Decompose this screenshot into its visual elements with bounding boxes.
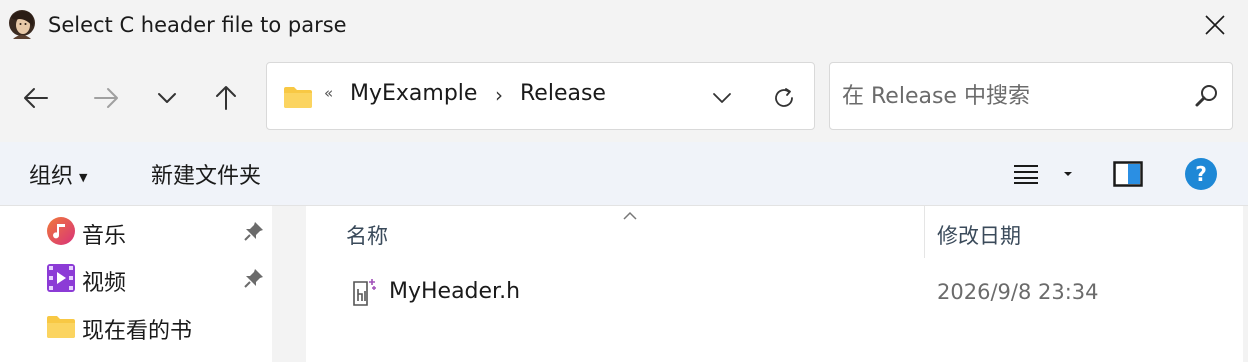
portrait-avatar-icon [7, 9, 37, 41]
c-header-file-icon [352, 278, 378, 308]
refresh-icon [775, 88, 793, 107]
sidebar-item-videos[interactable]: 视频 [0, 257, 272, 301]
preview-pane-button[interactable] [1110, 156, 1146, 192]
address-dropdown-button[interactable] [707, 83, 737, 113]
folder-icon [46, 311, 76, 341]
sidebar-item-label: 视频 [82, 271, 127, 296]
help-label: ? [1195, 162, 1207, 186]
sidebar-item-current-books[interactable]: 现在看的书 [0, 305, 272, 349]
back-button[interactable] [16, 78, 56, 118]
breadcrumb-myexample[interactable]: MyExample [350, 81, 477, 106]
sidebar-item-label: 现在看的书 [82, 319, 193, 344]
view-options-button[interactable] [1012, 156, 1082, 192]
up-button[interactable] [206, 78, 246, 118]
overflow-marker[interactable]: « [324, 84, 333, 102]
navigation-pane: 音乐 视频 现在看的书 [0, 206, 272, 362]
preview-pane-icon [1113, 161, 1143, 187]
music-icon [46, 216, 76, 246]
sidebar-item-music[interactable]: 音乐 [0, 210, 272, 254]
search-icon[interactable] [1194, 83, 1220, 113]
search-box[interactable] [829, 62, 1233, 130]
organize-label: 组织 [29, 164, 74, 189]
close-icon [1205, 15, 1225, 35]
column-header-name[interactable]: 名称 [346, 220, 388, 250]
recent-locations-button[interactable] [147, 78, 187, 118]
breadcrumb-release[interactable]: Release [520, 81, 606, 106]
folder-icon [283, 85, 313, 113]
command-bar: 组织 ▼ 新建文件夹 ? [0, 142, 1248, 206]
video-icon [46, 263, 76, 293]
new-folder-button[interactable]: 新建文件夹 [151, 158, 261, 190]
file-list-scrollbar[interactable] [1243, 206, 1248, 362]
sort-ascending-icon [622, 206, 638, 220]
file-open-dialog: Select C header file to parse « MyExampl… [0, 0, 1248, 362]
help-icon: ? [1185, 158, 1217, 190]
search-input[interactable] [840, 77, 1184, 115]
caret-down-icon [1064, 172, 1072, 176]
column-divider[interactable] [924, 206, 925, 258]
navigation-bar: « MyExample › Release [0, 52, 1248, 142]
arrow-left-icon [24, 88, 48, 108]
window-title: Select C header file to parse [48, 13, 347, 37]
title-bar: Select C header file to parse [0, 0, 1248, 52]
navigation-pane-scrollbar[interactable] [272, 206, 306, 362]
chevron-down-icon [713, 93, 731, 103]
sidebar-item-label: 音乐 [82, 224, 127, 249]
arrow-up-icon [216, 86, 236, 110]
caret-down-icon: ▼ [79, 170, 88, 184]
forward-button[interactable] [86, 78, 126, 118]
pin-icon[interactable] [243, 220, 265, 242]
breadcrumb-separator[interactable]: › [495, 83, 503, 107]
file-row[interactable]: MyHeader.h 2026/9/8 23:34 [340, 274, 1210, 314]
help-button[interactable]: ? [1183, 156, 1219, 192]
file-modified-date: 2026/9/8 23:34 [937, 280, 1099, 304]
column-header-modified[interactable]: 修改日期 [937, 220, 1021, 250]
chevron-down-icon [158, 93, 176, 103]
file-list: 名称 修改日期 MyHeader.h 2026/9/8 23:34 [310, 206, 1248, 362]
close-button[interactable] [1196, 6, 1234, 44]
refresh-button[interactable] [767, 81, 801, 115]
arrow-right-icon [94, 88, 118, 108]
pin-icon[interactable] [243, 267, 265, 289]
address-bar[interactable]: « MyExample › Release [266, 62, 815, 130]
file-name: MyHeader.h [389, 279, 521, 304]
organize-button[interactable]: 组织 ▼ [29, 158, 87, 190]
list-view-icon [1014, 165, 1038, 184]
